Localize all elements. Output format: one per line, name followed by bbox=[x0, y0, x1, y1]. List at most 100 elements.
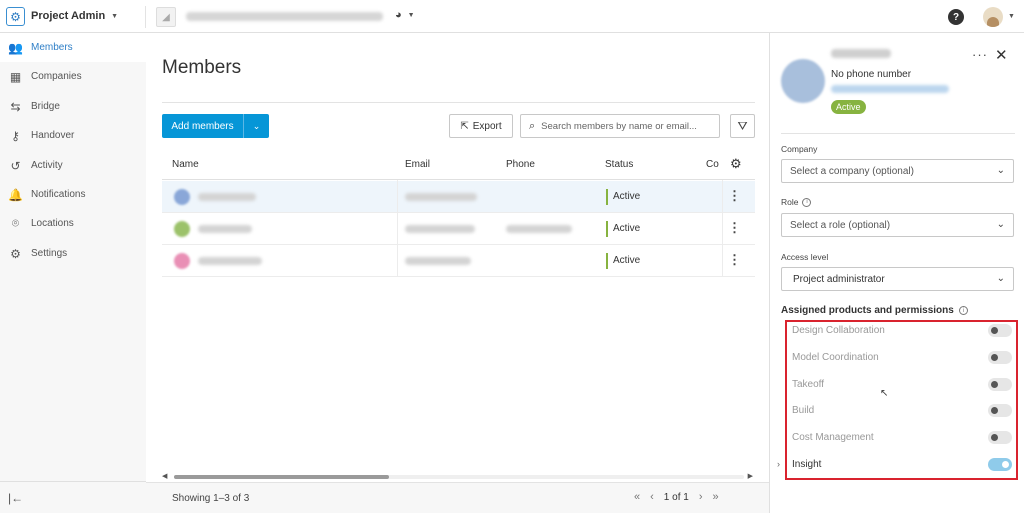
sidebar-item-members[interactable]: 👥 Members bbox=[0, 33, 146, 62]
app-title: Project Admin bbox=[31, 10, 106, 22]
more-icon[interactable]: ⋮ bbox=[728, 188, 741, 204]
companies-icon: ▦ bbox=[9, 69, 22, 84]
sidebar-item-label: Companies bbox=[31, 71, 82, 82]
locations-icon: ⌾ bbox=[11, 216, 20, 230]
project-selector[interactable] bbox=[186, 12, 383, 21]
sidebar-item-companies[interactable]: ▦ Companies bbox=[0, 62, 146, 91]
chevron-right-icon: › bbox=[777, 459, 780, 469]
scroll-thumb[interactable] bbox=[174, 475, 389, 479]
access-level-select[interactable]: Project administrator ⌄ bbox=[781, 267, 1014, 291]
chevron-down-icon: ▼ bbox=[407, 11, 415, 19]
sidebar-item-handover[interactable]: ⚷ Handover bbox=[0, 121, 146, 150]
top-bar: ⚙ Project Admin ▼ ◢ ◕ ▼ ? ▼ bbox=[0, 0, 1024, 33]
activity-icon: ↺ bbox=[10, 158, 21, 173]
info-icon[interactable]: i bbox=[958, 306, 968, 315]
column-header-email[interactable]: Email bbox=[405, 159, 430, 170]
column-header-phone[interactable]: Phone bbox=[506, 159, 535, 170]
collapse-sidebar-icon[interactable]: |← bbox=[8, 491, 23, 505]
more-icon[interactable]: ··· bbox=[972, 47, 988, 62]
permissions-title-wrap: Assigned products and permissions i bbox=[781, 305, 968, 316]
more-icon[interactable]: ⋮ bbox=[728, 252, 741, 268]
chevron-down-icon: ⌄ bbox=[996, 219, 1005, 230]
filter-icon: ⛛ bbox=[737, 118, 748, 133]
member-phone bbox=[506, 225, 572, 233]
prev-page-icon[interactable]: ‹ bbox=[650, 491, 654, 503]
avatar[interactable] bbox=[983, 7, 1003, 27]
sidebar-item-label: Locations bbox=[31, 218, 74, 229]
chevron-down-icon[interactable]: ⌄ bbox=[244, 121, 269, 132]
gear-icon[interactable]: ⚙ bbox=[730, 156, 742, 172]
sidebar-item-settings[interactable]: ⚙ Settings bbox=[0, 239, 146, 268]
next-page-icon[interactable]: › bbox=[699, 491, 703, 503]
avatar bbox=[174, 221, 190, 237]
sidebar-item-bridge[interactable]: ⇆ Bridge bbox=[0, 92, 146, 121]
pagination: « ‹ 1 of 1 › » bbox=[634, 491, 719, 503]
horizontal-scrollbar[interactable]: ◀ ▶ bbox=[162, 472, 755, 482]
avatar bbox=[781, 59, 825, 103]
status-badge: Active bbox=[606, 253, 640, 269]
column-divider bbox=[397, 180, 398, 276]
info-icon[interactable]: i bbox=[802, 197, 812, 207]
sidebar-item-label: Handover bbox=[31, 130, 75, 141]
page-title: Members bbox=[162, 57, 242, 78]
column-divider bbox=[722, 180, 723, 276]
role-label-wrap: Role i bbox=[781, 197, 812, 207]
member-email bbox=[405, 193, 477, 201]
highlight-box bbox=[785, 320, 1018, 480]
divider bbox=[162, 102, 755, 103]
status-badge: Active bbox=[606, 189, 640, 205]
column-header-name[interactable]: Name bbox=[172, 159, 199, 170]
access-level-value: Project administrator bbox=[793, 273, 885, 285]
member-email bbox=[405, 257, 471, 265]
table-row[interactable]: Active ⋮ bbox=[162, 213, 755, 245]
sidebar-item-locations[interactable]: ⌾ Locations bbox=[0, 209, 146, 238]
chevron-down-icon: ▼ bbox=[111, 12, 119, 20]
company-select[interactable]: Select a company (optional) ⌄ bbox=[781, 159, 1014, 183]
scroll-left-icon[interactable]: ◀ bbox=[162, 472, 167, 480]
company-placeholder: Select a company (optional) bbox=[790, 165, 914, 177]
table-row[interactable]: Active ⋮ bbox=[162, 181, 755, 213]
sidebar-item-label: Activity bbox=[31, 160, 63, 171]
table-footer: Showing 1–3 of 3 « ‹ 1 of 1 › » bbox=[146, 482, 769, 513]
member-email[interactable] bbox=[831, 85, 949, 93]
role-select[interactable]: Select a role (optional) ⌄ bbox=[781, 213, 1014, 237]
add-members-button[interactable]: Add members ⌄ bbox=[162, 114, 269, 138]
filter-button[interactable]: ⛛ bbox=[730, 114, 755, 138]
mouse-cursor-icon: ↖ bbox=[880, 388, 889, 399]
chevron-down-icon: ⌄ bbox=[996, 165, 1005, 176]
export-icon: ⇱ bbox=[460, 120, 469, 132]
first-page-icon[interactable]: « bbox=[634, 491, 640, 503]
last-page-icon[interactable]: » bbox=[713, 491, 719, 503]
status-badge: Active bbox=[606, 221, 640, 237]
table-row[interactable]: Active ⋮ bbox=[162, 245, 755, 277]
search-input[interactable] bbox=[541, 120, 712, 132]
gear-icon[interactable]: ⚙ bbox=[6, 7, 25, 26]
sidebar-item-label: Settings bbox=[31, 248, 68, 259]
bridge-icon: ⇆ bbox=[10, 99, 21, 114]
more-icon[interactable]: ⋮ bbox=[728, 220, 741, 236]
member-phone: No phone number bbox=[831, 69, 912, 80]
results-count: Showing 1–3 of 3 bbox=[172, 493, 250, 504]
divider bbox=[0, 481, 146, 482]
search-box[interactable]: ⌕ bbox=[520, 114, 720, 138]
sidebar-item-activity[interactable]: ↺ Activity bbox=[0, 151, 146, 180]
scroll-right-icon[interactable]: ▶ bbox=[748, 472, 753, 480]
globe-icon: ◕ bbox=[395, 9, 402, 21]
help-icon[interactable]: ? bbox=[948, 9, 964, 25]
close-icon[interactable]: ✕ bbox=[995, 46, 1008, 64]
column-header-company[interactable]: Co bbox=[706, 159, 719, 170]
project-thumbnail[interactable]: ◢ bbox=[156, 7, 176, 27]
role-placeholder: Select a role (optional) bbox=[790, 219, 891, 231]
region-selector[interactable]: ◕ ▼ bbox=[395, 9, 415, 21]
chevron-down-icon[interactable]: ▼ bbox=[1008, 13, 1015, 20]
export-label: Export bbox=[472, 120, 502, 132]
member-email bbox=[405, 225, 475, 233]
avatar bbox=[174, 253, 190, 269]
sidebar-item-label: Bridge bbox=[31, 101, 60, 112]
app-switcher[interactable]: Project Admin ▼ bbox=[31, 10, 118, 22]
permissions-title: Assigned products and permissions bbox=[781, 305, 954, 316]
column-header-status[interactable]: Status bbox=[605, 159, 633, 170]
sidebar-item-notifications[interactable]: 🔔 Notifications bbox=[0, 180, 146, 209]
search-icon: ⌕ bbox=[529, 119, 536, 132]
export-button[interactable]: ⇱ Export bbox=[449, 114, 513, 138]
